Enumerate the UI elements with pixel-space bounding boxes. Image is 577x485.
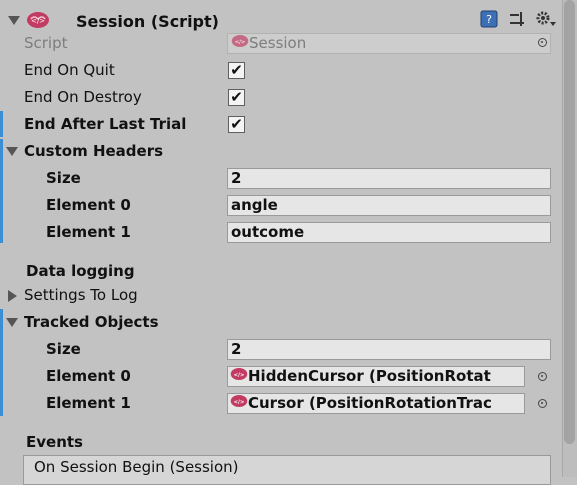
component-title: Session (Script) <box>76 12 219 31</box>
tracked-objects-element-0-value: HiddenCursor (PositionRotat <box>248 367 491 385</box>
component-header: </> Session (Script) ? <box>0 6 560 36</box>
modified-indicator <box>0 309 3 416</box>
svg-text:?: ? <box>486 13 492 26</box>
brain-script-icon: </> <box>230 367 248 386</box>
script-field: </> Session <box>227 33 551 54</box>
events-header: Events <box>26 433 83 451</box>
tracked-objects-element-1-label: Element 1 <box>46 394 131 412</box>
settings-to-log-label[interactable]: Settings To Log <box>24 286 138 304</box>
tracked-objects-size-label: Size <box>46 340 81 358</box>
script-value: Session <box>249 34 307 52</box>
end-on-quit-label: End On Quit <box>24 61 115 79</box>
end-on-quit-checkbox[interactable]: ✔ <box>228 62 245 79</box>
tracked-objects-element-1-field[interactable]: </> Cursor (PositionRotationTrac <box>227 393 525 414</box>
end-on-destroy-label: End On Destroy <box>24 88 142 106</box>
tracked-objects-element-1-value: Cursor (PositionRotationTrac <box>248 394 492 412</box>
svg-text:</>: </> <box>234 399 245 405</box>
foldout-open-triangle-icon[interactable] <box>6 318 18 327</box>
custom-headers-element-0-input[interactable]: angle <box>227 195 551 216</box>
custom-headers-label[interactable]: Custom Headers <box>24 142 163 160</box>
brain-script-icon: </> <box>230 394 248 413</box>
tracked-objects-element-0-label: Element 0 <box>46 367 131 385</box>
object-picker-icon[interactable] <box>538 372 547 381</box>
object-picker-icon[interactable] <box>538 399 547 408</box>
brain-script-icon: </> <box>26 11 50 33</box>
data-logging-header: Data logging <box>26 262 135 280</box>
gear-dropdown-icon[interactable] <box>535 10 557 32</box>
end-after-last-trial-checkbox[interactable]: ✔ <box>228 116 245 133</box>
on-session-begin-label: On Session Begin (Session) <box>34 458 239 476</box>
brain-script-icon: </> <box>231 34 249 53</box>
end-on-destroy-checkbox[interactable]: ✔ <box>228 89 245 106</box>
tracked-objects-element-0-field[interactable]: </> HiddenCursor (PositionRotat <box>227 366 525 387</box>
svg-text:</>: </> <box>234 372 245 378</box>
svg-text:</>: </> <box>235 39 246 45</box>
end-after-last-trial-label: End After Last Trial <box>24 115 187 133</box>
scrollbar-thumb[interactable] <box>564 0 575 444</box>
on-session-begin-event[interactable]: On Session Begin (Session) <box>23 455 551 485</box>
modified-indicator <box>0 111 3 137</box>
custom-headers-size-label: Size <box>46 169 81 187</box>
tracked-objects-size-input[interactable]: 2 <box>227 339 551 360</box>
svg-text:</>: </> <box>31 17 45 25</box>
modified-indicator <box>0 139 3 243</box>
custom-headers-element-1-label: Element 1 <box>46 223 131 241</box>
help-book-icon[interactable]: ? <box>480 10 498 32</box>
foldout-open-triangle-icon[interactable] <box>6 147 18 156</box>
foldout-closed-triangle-icon[interactable] <box>8 290 17 302</box>
custom-headers-element-1-input[interactable]: outcome <box>227 222 551 243</box>
collapse-triangle-icon[interactable] <box>8 16 20 25</box>
preset-sliders-icon[interactable] <box>508 10 526 32</box>
custom-headers-element-0-label: Element 0 <box>46 196 131 214</box>
custom-headers-size-input[interactable]: 2 <box>227 168 551 189</box>
tracked-objects-label[interactable]: Tracked Objects <box>24 313 159 331</box>
script-label: Script <box>24 34 68 52</box>
object-picker-icon[interactable] <box>538 38 547 47</box>
